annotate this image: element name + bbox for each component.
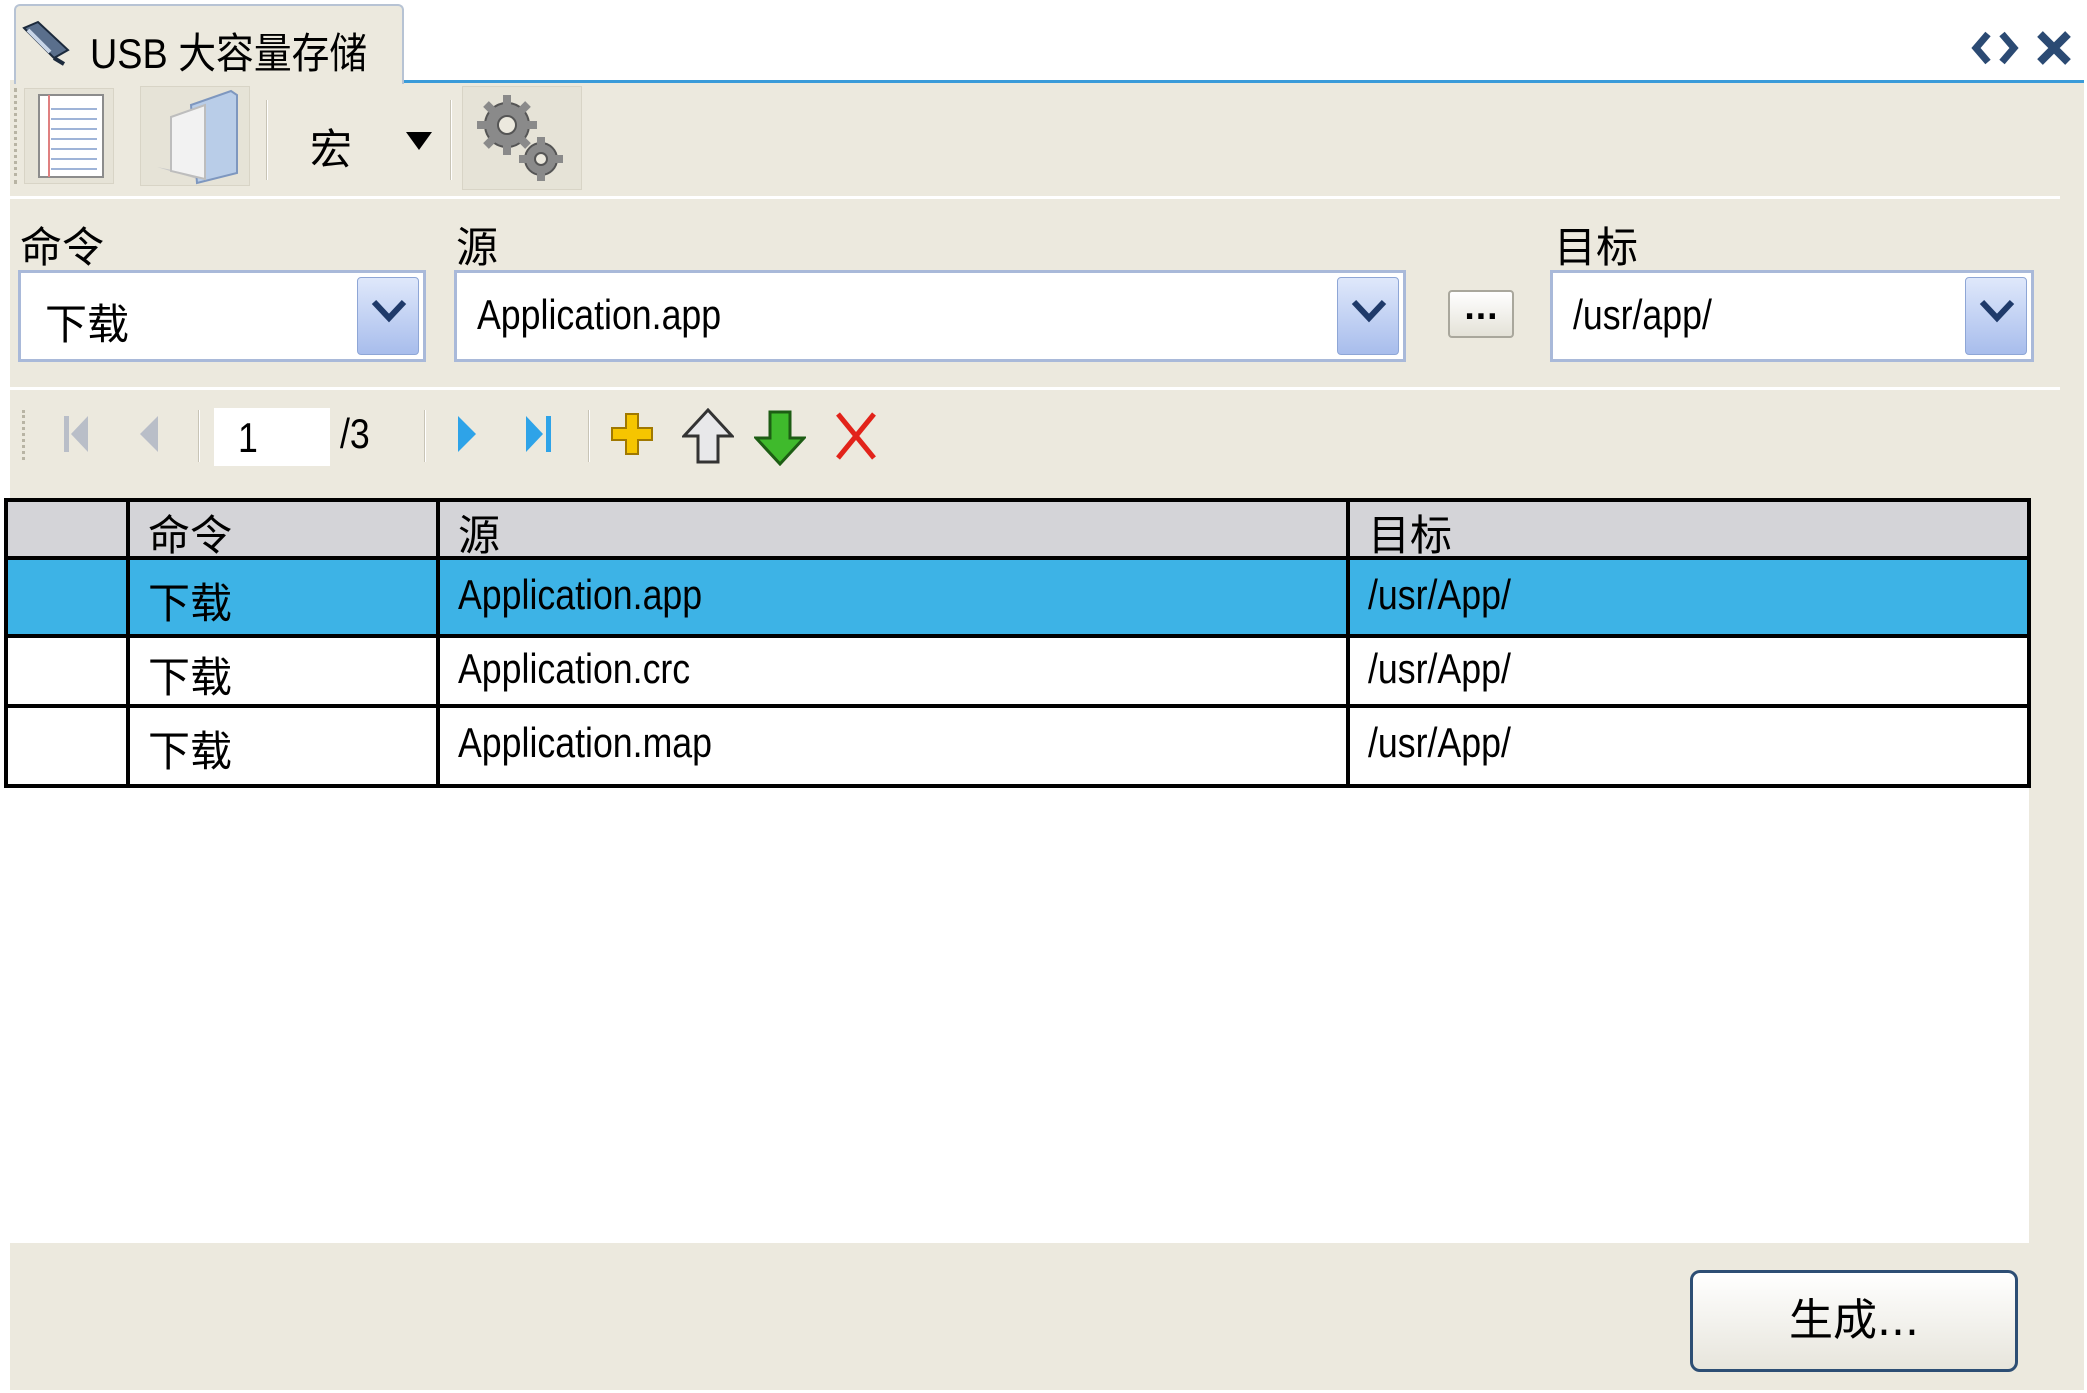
source-label: 源: [456, 223, 499, 272]
pager-grip: [22, 410, 28, 460]
table-cell-source[interactable]: Application.app: [436, 556, 1350, 638]
table-row-selector[interactable]: [4, 704, 130, 788]
command-label: 命令: [20, 223, 105, 272]
generate-button[interactable]: 生成...: [1690, 1270, 2018, 1372]
table-cell-command[interactable]: 下载: [126, 704, 440, 788]
table-cell-source[interactable]: Application.crc: [436, 634, 1350, 708]
table-cell-target[interactable]: /usr/App/: [1346, 634, 2031, 708]
table-cell-command[interactable]: 下载: [126, 634, 440, 708]
table-header-source[interactable]: 源: [436, 498, 1350, 560]
move-down-icon[interactable]: [752, 410, 808, 467]
tab-title: USB 大容量存储: [90, 30, 368, 77]
page-total: /3: [340, 410, 370, 457]
document-list-button[interactable]: [24, 88, 114, 184]
dropdown-arrow-icon: [406, 132, 432, 156]
target-combo[interactable]: /usr/app/: [1550, 270, 2034, 362]
chevron-down-icon: [371, 299, 407, 323]
table-header-command[interactable]: 命令: [126, 498, 440, 560]
command-table: 命令 源 目标 下载 Application.app /usr/App/ 下载 …: [4, 498, 2031, 1243]
tab-underline: [404, 80, 2084, 83]
table-cell-source[interactable]: Application.map: [436, 704, 1350, 788]
delete-icon[interactable]: [834, 410, 878, 466]
command-combo-button[interactable]: [357, 277, 419, 355]
add-icon[interactable]: [610, 412, 654, 468]
target-value: /usr/app/: [1573, 291, 1712, 338]
source-value: Application.app: [477, 291, 722, 338]
macro-dropdown[interactable]: 宏: [280, 90, 450, 186]
toolbar-grip: [14, 88, 20, 184]
macro-label: 宏: [310, 125, 353, 174]
table-header-row-selector: [4, 498, 130, 560]
table-cell-command[interactable]: 下载: [126, 556, 440, 638]
previous-page-icon[interactable]: [136, 414, 160, 470]
table-header-target[interactable]: 目标: [1346, 498, 2031, 560]
usb-drive-icon: [20, 20, 72, 66]
folder-icon: [151, 87, 243, 189]
folder-button[interactable]: [140, 86, 250, 186]
first-page-icon[interactable]: [62, 414, 92, 470]
tab-usb-storage[interactable]: USB 大容量存储: [14, 4, 404, 84]
collapse-arrows-icon[interactable]: [1970, 28, 2020, 78]
pager-separator: [424, 410, 426, 462]
source-combo-button[interactable]: [1337, 277, 1399, 355]
source-combo[interactable]: Application.app: [454, 270, 1406, 362]
document-list-icon: [35, 93, 107, 185]
command-value: 下载: [45, 300, 130, 349]
toolbar-separator: [450, 100, 452, 180]
page-number-input[interactable]: 1: [214, 408, 330, 466]
page-number-value: 1: [238, 414, 258, 461]
target-label: 目标: [1554, 223, 1639, 272]
table-row-selector[interactable]: [4, 634, 130, 708]
table-row-selector[interactable]: [4, 556, 130, 638]
gears-icon: [471, 91, 571, 189]
move-up-icon[interactable]: [680, 407, 736, 464]
close-icon[interactable]: [2034, 28, 2074, 78]
table-cell-target[interactable]: /usr/App/: [1346, 704, 2031, 788]
pager-separator: [198, 410, 200, 462]
target-combo-button[interactable]: [1965, 277, 2027, 355]
settings-button[interactable]: [462, 86, 582, 190]
last-page-icon[interactable]: [524, 414, 554, 470]
table-cell-target[interactable]: /usr/App/: [1346, 556, 2031, 638]
next-page-icon[interactable]: [456, 414, 480, 470]
chevron-down-icon: [1979, 299, 2015, 323]
command-combo[interactable]: 下载: [18, 270, 426, 362]
browse-button[interactable]: ...: [1448, 290, 1514, 338]
toolbar-separator: [266, 100, 268, 180]
chevron-down-icon: [1351, 299, 1387, 323]
pager-separator: [588, 410, 590, 462]
